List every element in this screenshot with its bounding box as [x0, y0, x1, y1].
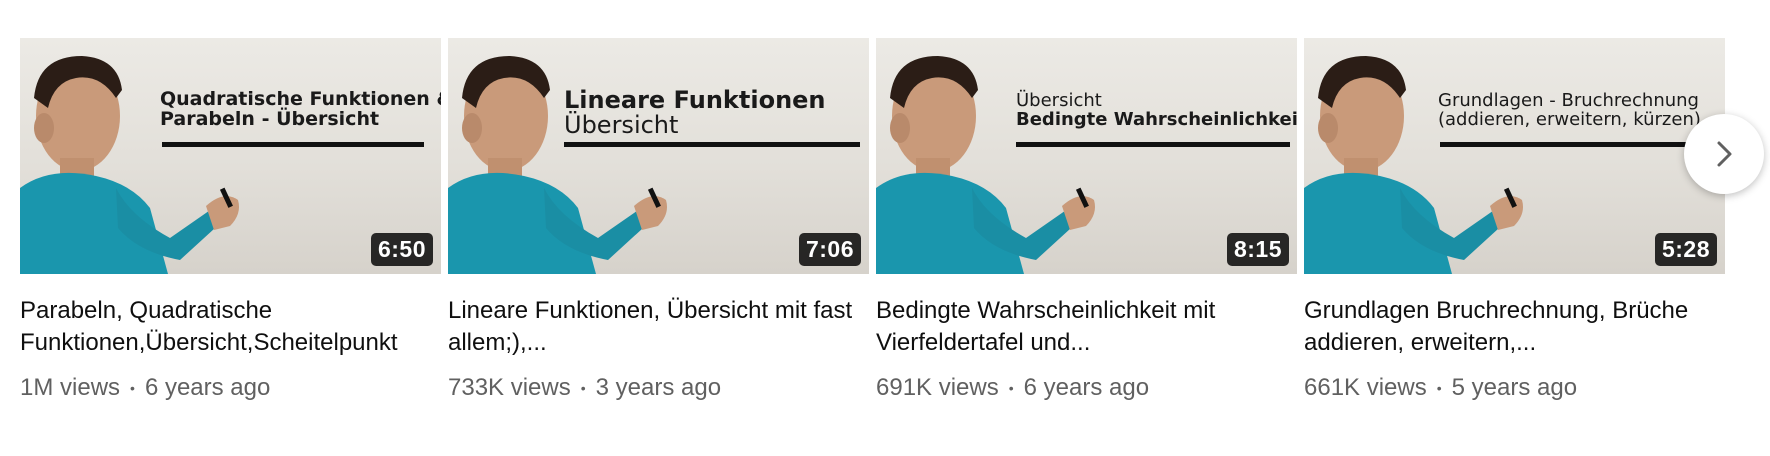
- upload-age: 6 years ago: [144, 374, 271, 401]
- view-count: 661K views: [1304, 374, 1427, 401]
- meta-separator: •: [580, 380, 586, 396]
- video-thumbnail[interactable]: Lineare Funktionen Übersicht 7:06: [448, 38, 869, 274]
- board-underline: [564, 142, 860, 147]
- video-thumbnail[interactable]: Grundlagen - Bruchrechnung (addieren, er…: [1304, 38, 1725, 274]
- duration-badge: 8:15: [1226, 233, 1289, 266]
- board-line-2: Übersicht: [564, 111, 679, 140]
- board-underline: [1016, 142, 1290, 147]
- duration-badge: 6:50: [370, 233, 433, 266]
- chevron-right-icon: [1717, 141, 1732, 167]
- video-card[interactable]: Quadratische Funktionen & Parabeln - Übe…: [20, 38, 441, 402]
- video-meta: 733K views • 3 years ago: [448, 374, 869, 402]
- board-line-2: Bedingte Wahrscheinlichkeit: [1016, 108, 1297, 130]
- video-card[interactable]: Lineare Funktionen Übersicht 7:06 Linear…: [448, 38, 869, 402]
- meta-separator: •: [130, 380, 135, 396]
- video-thumbnail[interactable]: Quadratische Funktionen & Parabeln - Übe…: [20, 38, 441, 274]
- video-title[interactable]: Grundlagen Bruchrechnung, Brüche addiere…: [1304, 295, 1725, 359]
- board-underline: [1440, 142, 1725, 147]
- duration-badge: 7:06: [798, 233, 861, 266]
- video-thumbnail[interactable]: Übersicht Bedingte Wahrscheinlichkeit 8:…: [876, 38, 1297, 274]
- board-line-1: Quadratische Funktionen &: [160, 88, 441, 110]
- video-card[interactable]: Grundlagen - Bruchrechnung (addieren, er…: [1304, 38, 1725, 402]
- upload-age: 3 years ago: [595, 374, 722, 401]
- meta-separator: •: [1008, 380, 1014, 396]
- video-title[interactable]: Lineare Funktionen, Übersicht mit fast a…: [448, 295, 869, 359]
- next-button[interactable]: [1684, 114, 1764, 194]
- board-line-1: Lineare Funktionen: [564, 86, 826, 114]
- video-meta: 661K views • 5 years ago: [1304, 374, 1725, 402]
- view-count: 1M views: [20, 374, 121, 401]
- video-title[interactable]: Bedingte Wahrscheinlichkeit mit Vierfeld…: [876, 295, 1297, 359]
- board-text: Übersicht Bedingte Wahrscheinlichkeit: [1016, 91, 1297, 130]
- video-title[interactable]: Parabeln, Quadratische Funktionen,Übersi…: [20, 295, 441, 359]
- board-text: Lineare Funktionen Übersicht: [564, 86, 826, 140]
- upload-age: 5 years ago: [1451, 374, 1578, 401]
- upload-age: 6 years ago: [1023, 374, 1150, 401]
- board-text: Grundlagen - Bruchrechnung (addieren, er…: [1438, 91, 1701, 130]
- board-underline: [162, 142, 424, 147]
- view-count: 733K views: [448, 374, 571, 401]
- video-shelf: Quadratische Funktionen & Parabeln - Übe…: [0, 0, 1770, 456]
- video-meta: 1M views • 6 years ago: [20, 374, 441, 402]
- video-card[interactable]: Übersicht Bedingte Wahrscheinlichkeit 8:…: [876, 38, 1297, 402]
- meta-separator: •: [1436, 380, 1442, 396]
- video-meta: 691K views • 6 years ago: [876, 374, 1297, 402]
- board-line-2: (addieren, erweitern, kürzen): [1438, 108, 1701, 130]
- view-count: 691K views: [876, 374, 999, 401]
- board-text: Quadratische Funktionen & Parabeln - Übe…: [160, 88, 441, 130]
- duration-badge: 5:28: [1654, 233, 1717, 266]
- board-line-2: Parabeln - Übersicht: [160, 107, 380, 130]
